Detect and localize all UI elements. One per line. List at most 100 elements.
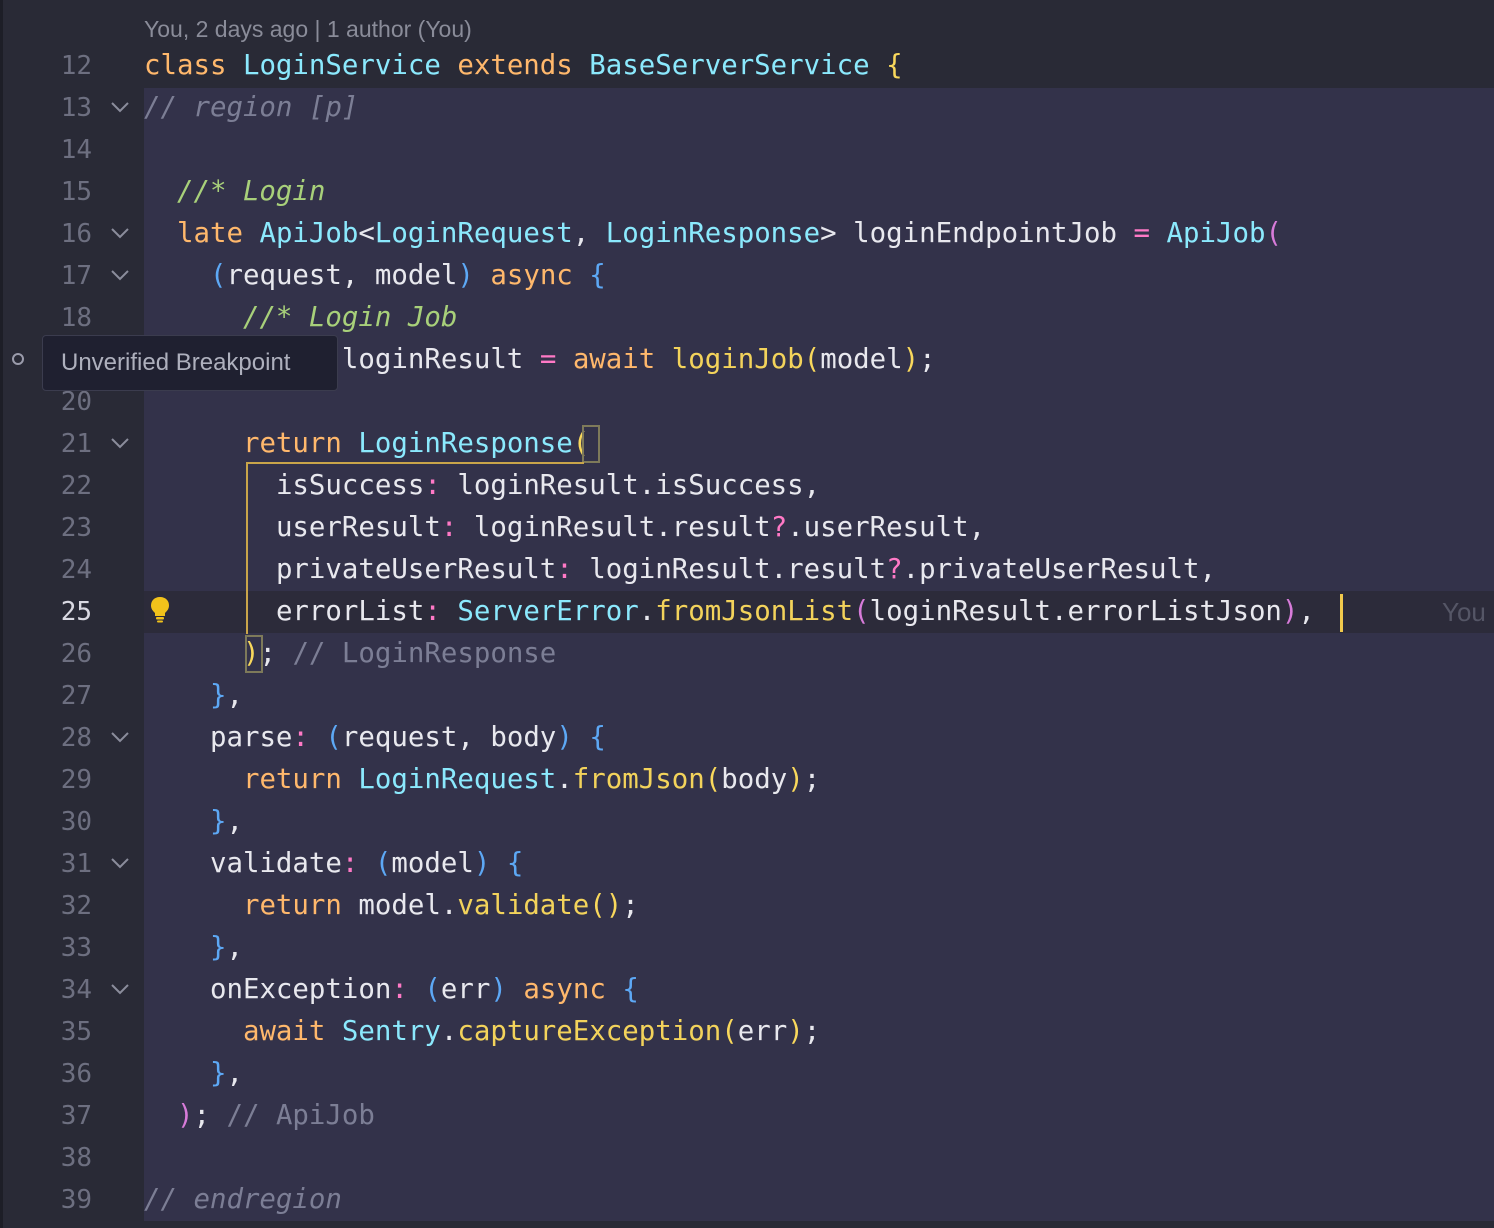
code-token: ) [556,722,573,753]
code-text[interactable]: validate: (model) { [144,843,523,885]
line-number[interactable]: 28 [20,717,92,759]
fold-chevron-icon[interactable] [110,982,129,996]
code-text[interactable]: parse: (request, body) { [144,717,606,759]
line-number[interactable]: 23 [20,507,92,549]
line-number[interactable]: 14 [20,129,92,171]
code-line[interactable]: 24 privateUserResult: loginResult.result… [0,549,1494,591]
code-line[interactable]: 17 (request, model) async { [0,255,1494,297]
lightbulb-icon[interactable] [148,595,172,623]
fold-chevron-icon[interactable] [110,856,129,870]
code-text[interactable]: }, [144,927,243,969]
line-number[interactable]: 24 [20,549,92,591]
code-line[interactable]: 35 await Sentry.captureException(err); [0,1011,1494,1053]
fold-chevron-icon[interactable] [110,730,129,744]
line-number[interactable]: 39 [20,1179,92,1221]
code-editor[interactable]: You, 2 days ago | 1 author (You) 12 class… [0,0,1494,1228]
code-line[interactable]: 13 // region [p] [0,87,1494,129]
code-line[interactable]: 39 // endregion [0,1179,1494,1221]
code-text[interactable]: ); // ApiJob [144,1095,375,1137]
code-text[interactable]: }, [144,1053,243,1095]
code-line[interactable]: 22 isSuccess: loginResult.isSuccess, [0,465,1494,507]
code-text[interactable]: await Sentry.captureException(err); [144,1011,820,1053]
line-number[interactable]: 25 [20,591,92,633]
code-text[interactable]: // endregion [144,1179,342,1221]
line-number[interactable]: 17 [20,255,92,297]
code-line[interactable]: 15 //* Login [0,171,1494,213]
code-line[interactable]: 34 onException: (err) async { [0,969,1494,1011]
code-text[interactable]: (request, model) async { [144,255,606,297]
line-number[interactable]: 15 [20,171,92,213]
code-token: parse [209,722,293,753]
code-token: ; [803,1016,821,1047]
line-number[interactable]: 26 [20,633,92,675]
code-line[interactable]: 38 [0,1137,1494,1179]
code-token: model. [358,890,458,921]
line-number[interactable]: 30 [20,801,92,843]
inline-blame-ghost: You [1442,597,1486,627]
code-text[interactable]: return LoginResponse( [144,423,589,465]
code-line[interactable]: 27 }, [0,675,1494,717]
code-line[interactable]: 37 ); // ApiJob [0,1095,1494,1137]
code-text[interactable]: //* Login Job [144,297,457,339]
code-line[interactable]: 14 [0,129,1494,171]
code-text[interactable]: late ApiJob<LoginRequest, LoginResponse>… [144,213,1282,255]
code-token: LoginRequest [358,764,557,795]
line-number[interactable]: 13 [20,87,92,129]
code-line[interactable]: 29 return LoginRequest.fromJson(body); [0,759,1494,801]
line-number[interactable]: 31 [20,843,92,885]
code-token: , [226,806,243,837]
fold-chevron-icon[interactable] [110,226,129,240]
code-text[interactable]: class LoginService extends BaseServerSer… [144,45,903,87]
code-text[interactable]: errorList: ServerError.fromJsonList(logi… [144,591,1315,633]
code-token: return [242,428,342,459]
code-line[interactable]: 12 class LoginService extends BaseServerS… [0,45,1494,87]
code-text[interactable]: userResult: loginResult.result?.userResu… [144,507,985,549]
line-number[interactable]: 12 [20,45,92,87]
line-number[interactable]: 35 [20,1011,92,1053]
code-token: await [242,1016,326,1047]
code-line[interactable]: 26 ); // LoginResponse [0,633,1494,675]
code-line[interactable]: 23 userResult: loginResult.result?.userR… [0,507,1494,549]
code-text[interactable]: }, [144,675,243,717]
code-line[interactable]: 32 return model.validate(); [0,885,1494,927]
line-number[interactable]: 33 [20,927,92,969]
code-token: } [209,806,227,837]
line-number[interactable]: 29 [20,759,92,801]
line-number[interactable]: 21 [20,423,92,465]
code-line[interactable]: 36 }, [0,1053,1494,1095]
fold-chevron-icon[interactable] [110,100,129,114]
code-text[interactable]: //* Login [144,171,325,213]
code-line[interactable]: 31 validate: (model) { [0,843,1494,885]
code-text[interactable]: return LoginRequest.fromJson(body); [144,759,820,801]
code-text[interactable]: onException: (err) async { [144,969,639,1011]
line-number[interactable]: 32 [20,885,92,927]
code-line[interactable]: 16 late ApiJob<LoginRequest, LoginRespon… [0,213,1494,255]
code-text[interactable]: // region [p] [144,87,358,129]
code-line[interactable]: 28 parse: (request, body) { [0,717,1494,759]
code-token: } [209,1058,227,1089]
line-number[interactable]: 36 [20,1053,92,1095]
line-number[interactable]: 18 [20,297,92,339]
breakpoint-hover-icon[interactable] [12,353,24,365]
code-line[interactable]: 30 }, [0,801,1494,843]
code-line[interactable]: 21 return LoginResponse( [0,423,1494,465]
code-line[interactable]: 33 }, [0,927,1494,969]
fold-chevron-icon[interactable] [110,268,129,282]
code-text[interactable]: }, [144,801,243,843]
code-text[interactable]: ); // LoginResponse [144,633,556,675]
codelens-blame[interactable]: You, 2 days ago | 1 author (You) [144,14,472,44]
code-line[interactable]: 25 errorList: ServerError.fromJsonList(l… [0,591,1494,633]
code-text[interactable]: privateUserResult: loginResult.result?.p… [144,549,1216,591]
line-number[interactable]: 22 [20,465,92,507]
line-number[interactable]: 34 [20,969,92,1011]
line-number[interactable]: 27 [20,675,92,717]
line-number[interactable]: 38 [20,1137,92,1179]
code-line[interactable]: 18 //* Login Job [0,297,1494,339]
line-number[interactable]: 16 [20,213,92,255]
code-text[interactable]: return model.validate(); [144,885,639,927]
line-number[interactable]: 37 [20,1095,92,1137]
fold-chevron-icon[interactable] [110,436,129,450]
